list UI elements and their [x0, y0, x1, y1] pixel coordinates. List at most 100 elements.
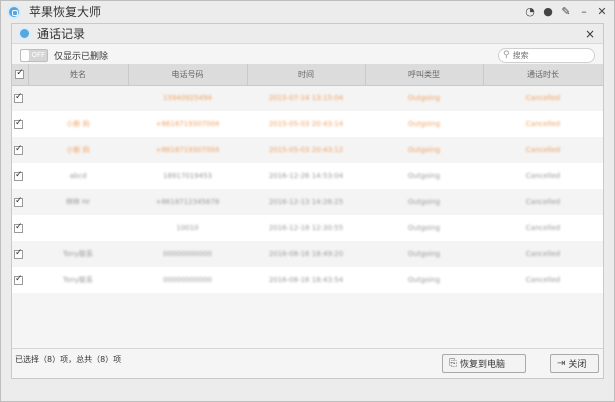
- cell-type: Outgoing: [365, 215, 483, 241]
- table-row[interactable]: 15940925494 2015-07-14 13:15:04 Outgoing Ca…: [12, 85, 603, 111]
- dialog-close-icon[interactable]: ×: [585, 27, 595, 41]
- select-all-checkbox[interactable]: [15, 68, 25, 79]
- cell-type-text: Outgoing: [407, 250, 441, 258]
- edit-icon[interactable]: ✎: [560, 6, 572, 18]
- select-all-header[interactable]: [12, 64, 29, 86]
- row-checkbox-cell[interactable]: [12, 267, 28, 293]
- cell-type: Outgoing: [365, 137, 483, 163]
- column-header-call-type[interactable]: 呼叫类型: [365, 64, 484, 86]
- row-checkbox-cell[interactable]: [12, 111, 28, 137]
- app-titlebar: 苹果恢复大师 ◔ ● ✎ – ✕: [1, 1, 614, 22]
- cell-duration: Cancelled: [483, 137, 603, 163]
- cell-time: 2016-12-26 14:53:04: [247, 163, 365, 189]
- row-checkbox[interactable]: [14, 144, 23, 155]
- table-row[interactable]: Tony联系 00000000000 2016-08-16 18:43:54 Outg…: [12, 267, 603, 293]
- row-checkbox[interactable]: [14, 222, 23, 233]
- exit-icon: ⇥: [557, 358, 566, 369]
- cell-time-text: 2015-05-03 20:43:14: [268, 120, 344, 128]
- row-checkbox-cell[interactable]: [12, 189, 28, 215]
- cell-type-text: Outgoing: [407, 276, 441, 284]
- cell-phone: +8618712345678: [128, 189, 247, 215]
- table-row[interactable]: 小新 妈 +8618719307004 2015-05-03 20:43:14 Out…: [12, 111, 603, 137]
- row-checkbox-cell[interactable]: [12, 85, 28, 111]
- table-row[interactable]: 10010 2016-12-18 12:30:55 Outgoing Cancelle…: [12, 215, 603, 241]
- row-checkbox-cell[interactable]: [12, 215, 28, 241]
- search-icon: ⚲: [503, 50, 510, 60]
- cell-phone: +8618719307004: [128, 137, 247, 163]
- cell-duration: Cancelled: [483, 215, 603, 241]
- restore-label: 恢复到电脑: [460, 360, 506, 370]
- feedback-icon[interactable]: ●: [542, 6, 554, 18]
- call-log-table: 姓名 电话号码 时间 呼叫类型 通话时长 15940925494 2015-07-…: [12, 64, 604, 293]
- cell-phone-text: 10010: [176, 224, 199, 232]
- column-header-phone[interactable]: 电话号码: [128, 64, 248, 86]
- search-box[interactable]: ⚲: [498, 47, 595, 63]
- close-icon[interactable]: ✕: [596, 6, 608, 18]
- column-header-time[interactable]: 时间: [247, 64, 366, 86]
- table-header-row: 姓名 电话号码 时间 呼叫类型 通话时长: [12, 64, 604, 86]
- cell-type-text: Outgoing: [407, 146, 441, 154]
- column-header-duration[interactable]: 通话时长: [483, 64, 604, 86]
- cell-name-text: Tony联系: [63, 250, 93, 258]
- row-checkbox[interactable]: [14, 170, 23, 181]
- cell-type-text: Outgoing: [407, 94, 441, 103]
- restore-to-pc-button[interactable]: ⎘ 恢复到电脑: [442, 354, 526, 373]
- deleted-only-label: 仅显示已删除: [54, 51, 109, 62]
- row-checkbox-cell[interactable]: [12, 241, 28, 267]
- toggle-knob: [21, 49, 29, 61]
- cell-time: 2015-05-03 20:43:14: [247, 111, 365, 137]
- cell-phone: 18917019453: [128, 163, 247, 189]
- row-checkbox[interactable]: [14, 92, 23, 103]
- cell-type: Outgoing: [365, 267, 483, 293]
- row-checkbox[interactable]: [14, 248, 23, 259]
- deleted-only-toggle[interactable]: OFF: [20, 48, 48, 62]
- dialog-header: 通话记录 ×: [12, 24, 603, 44]
- selection-status: 已选择（8）项，总共（8）项: [15, 355, 122, 364]
- column-header-name[interactable]: 姓名: [28, 64, 129, 86]
- toggle-state-label: OFF: [31, 50, 45, 59]
- cell-type: Outgoing: [365, 163, 483, 189]
- cell-name: [28, 85, 128, 111]
- cell-duration-text: Cancelled: [525, 120, 561, 128]
- row-checkbox[interactable]: [14, 196, 23, 207]
- table-row[interactable]: abcd 18917019453 2016-12-26 14:53:04 Outgoi…: [12, 163, 603, 189]
- search-input[interactable]: [512, 50, 583, 60]
- restore-icon: ⎘: [449, 358, 457, 369]
- cell-time: 2015-07-14 13:15:04: [247, 85, 365, 111]
- row-checkbox-cell[interactable]: [12, 137, 28, 163]
- table-row[interactable]: 林林 Hr +8618712345678 2016-12-13 14:26:25 Ou…: [12, 189, 603, 215]
- row-checkbox[interactable]: [14, 118, 23, 129]
- footer-divider: [12, 348, 603, 349]
- cell-name: abcd: [28, 163, 128, 189]
- cell-phone: 00000000000: [128, 267, 247, 293]
- cell-time-text: 2016-12-18 12:30:55: [268, 224, 344, 232]
- cell-name: 林林 Hr: [28, 189, 128, 215]
- app-logo-icon: [7, 4, 21, 19]
- minimize-icon[interactable]: –: [578, 6, 590, 18]
- close-button[interactable]: ⇥ 关闭: [550, 354, 599, 373]
- table-row[interactable]: 小新 妈 +8618719307004 2015-05-03 20:43:12 Out…: [12, 137, 603, 163]
- row-checkbox-cell[interactable]: [12, 163, 28, 189]
- cell-time-text: 2016-08-16 18:49:20: [268, 250, 344, 258]
- cell-phone-text: 18917019453: [163, 172, 212, 180]
- weibo-icon[interactable]: ◔: [524, 6, 536, 18]
- cell-name-text: 林林 Hr: [65, 198, 91, 206]
- dialog-title: 通话记录: [37, 27, 86, 41]
- cell-duration: Cancelled: [483, 267, 603, 293]
- cell-duration-text: Cancelled: [525, 172, 561, 180]
- row-checkbox[interactable]: [14, 274, 23, 285]
- dialog-toolbar: OFF 仅显示已删除 ⚲: [12, 44, 603, 66]
- cell-time: 2016-08-16 18:43:54: [247, 267, 365, 293]
- cell-phone: 15940925494: [128, 85, 247, 111]
- cell-name-text: abcd: [69, 172, 87, 180]
- cell-duration-text: Cancelled: [525, 146, 561, 154]
- cell-phone: 10010: [128, 215, 247, 241]
- cell-type-text: Outgoing: [407, 172, 441, 180]
- cell-duration-text: Cancelled: [525, 250, 561, 258]
- cell-time-text: 2016-12-13 14:26:25: [268, 198, 344, 206]
- table-body: 15940925494 2015-07-14 13:15:04 Outgoing Ca…: [12, 85, 603, 293]
- cell-name: 小新 妈: [28, 137, 128, 163]
- table-row[interactable]: Tony联系 00000000000 2016-08-16 18:49:20 Outg…: [12, 241, 603, 267]
- cell-duration-text: Cancelled: [525, 224, 561, 232]
- cell-name-text: 小新 妈: [66, 146, 90, 154]
